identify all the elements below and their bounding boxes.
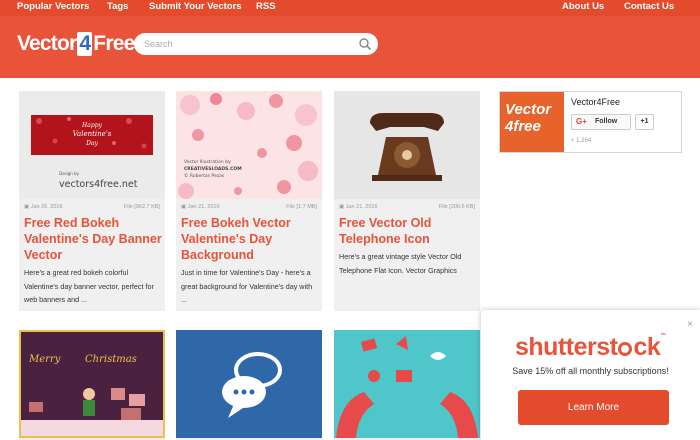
calendar-icon: ▣ xyxy=(339,204,346,210)
follow-label: Follow xyxy=(595,118,618,125)
vector-card[interactable] xyxy=(334,330,480,440)
shutterstock-ad: × shutterst ck™ Save 15% off all monthly … xyxy=(481,310,700,440)
banner-credit-label: Design by xyxy=(59,171,80,176)
card-thumbnail[interactable]: Vector Illustration by CREATIVESLOADS.CO… xyxy=(176,91,322,199)
card-description: Just in time for Valentine's Day - here'… xyxy=(181,268,313,304)
card-meta: ▣ Jan 26, 2016 File [962.7 KB] xyxy=(24,204,160,214)
card-filesize: File [962.7 KB] xyxy=(123,204,160,210)
card-meta: ▣ Jan 21, 2016 File [1.7 MB] xyxy=(181,204,317,214)
top-navigation: Popular Vectors Tags Submit Your Vectors… xyxy=(0,0,700,16)
christmas-text-merry: Merry xyxy=(28,354,61,365)
vector-card[interactable]: Merry Christmas xyxy=(19,330,165,440)
card-filesize: File [1.7 MB] xyxy=(286,204,317,210)
nav-rss[interactable]: RSS xyxy=(256,1,276,12)
logo-prefix: Vector xyxy=(17,32,77,55)
card-thumbnail[interactable]: Merry Christmas xyxy=(19,330,165,438)
calendar-icon: ▣ xyxy=(181,204,188,210)
card-thumbnail[interactable] xyxy=(176,330,322,438)
social-hands-image xyxy=(336,336,478,438)
valentine-banner-image: Happy Valentine's Day Design by vectors4… xyxy=(31,115,153,190)
christmas-image: Merry Christmas xyxy=(21,354,163,436)
banner-credit-site: vectors4free.net xyxy=(59,179,138,190)
bokeh-credit-2: CREATIVESLOADS.COM xyxy=(184,166,242,172)
vector-card[interactable]: ▣ Jan 21, 2016 File [200.6 KB] Free Vect… xyxy=(334,91,480,311)
christmas-text-christmas: Christmas xyxy=(85,354,137,365)
card-thumbnail[interactable]: Happy Valentine's Day Design by vectors4… xyxy=(19,91,165,199)
widget-logo[interactable]: Vector 4free xyxy=(500,92,564,152)
banner-text-valentines: Valentine's xyxy=(73,130,112,138)
calendar-icon: ▣ xyxy=(24,204,31,210)
card-thumbnail[interactable] xyxy=(334,91,480,199)
widget-page-name[interactable]: Vector4Free xyxy=(571,97,620,107)
logo-suffix: Free xyxy=(93,32,135,55)
card-title[interactable]: Free Red Bokeh Valentine's Day Banner Ve… xyxy=(24,215,164,263)
card-filesize: File [200.6 KB] xyxy=(438,204,475,210)
search-icon[interactable] xyxy=(358,37,372,51)
shutterstock-logo: shutterst ck™ xyxy=(515,333,666,361)
close-icon[interactable]: × xyxy=(687,319,693,330)
vector-card[interactable]: Vector Illustration by CREATIVESLOADS.CO… xyxy=(176,91,322,311)
card-description: Here's a great red bokeh colorful Valent… xyxy=(24,268,154,304)
nav-contact-us[interactable]: Contact Us xyxy=(624,1,674,12)
card-meta: ▣ Jan 21, 2016 File [200.6 KB] xyxy=(339,204,475,214)
nav-tags[interactable]: Tags xyxy=(107,1,128,12)
search-input[interactable] xyxy=(134,33,378,55)
banner-text-day: Day xyxy=(85,140,98,147)
banner-text-happy: Happy xyxy=(81,122,102,129)
logo-o-glyph xyxy=(618,342,633,356)
card-date: ▣ Jan 26, 2016 xyxy=(24,204,63,210)
google-plus-icon: G+ xyxy=(576,117,587,126)
ad-offer-text: Save 15% off all monthly subscriptions! xyxy=(512,366,669,376)
card-description: Here's a great vintage style Vector Old … xyxy=(339,252,462,275)
learn-more-button[interactable]: Learn More xyxy=(518,390,669,425)
nav-popular-vectors[interactable]: Popular Vectors xyxy=(17,1,89,12)
logo-number: 4 xyxy=(77,32,93,56)
chat-bubbles-icon xyxy=(222,352,282,418)
site-header: Vector 4 Free xyxy=(0,16,700,78)
bokeh-credit-1: Vector Illustration by xyxy=(184,159,231,165)
card-thumbnail[interactable] xyxy=(334,330,480,438)
card-title[interactable]: Free Vector Old Telephone Icon xyxy=(339,215,479,247)
card-date: ▣ Jan 21, 2016 xyxy=(339,204,378,210)
follow-button[interactable]: G+ Follow xyxy=(571,114,631,130)
site-logo[interactable]: Vector 4 Free xyxy=(17,32,135,56)
vector-card[interactable]: Happy Valentine's Day Design by vectors4… xyxy=(19,91,165,311)
google-plus-widget: Vector 4free Vector4Free G+ Follow +1 + 1… xyxy=(499,91,682,153)
card-title[interactable]: Free Bokeh Vector Valentine's Day Backgr… xyxy=(181,215,321,263)
follower-count: + 1,264 xyxy=(571,138,592,144)
card-date: ▣ Jan 21, 2016 xyxy=(181,204,220,210)
nav-submit-vectors[interactable]: Submit Your Vectors xyxy=(149,1,242,12)
plus-one-button[interactable]: +1 xyxy=(635,114,654,130)
old-telephone-image xyxy=(370,113,444,181)
bokeh-background-image: Vector Illustration by CREATIVESLOADS.CO… xyxy=(178,93,318,199)
nav-about-us[interactable]: About Us xyxy=(562,1,604,12)
bokeh-credit-3: © Robertas Pezas xyxy=(184,172,225,179)
vector-card[interactable] xyxy=(176,330,322,440)
